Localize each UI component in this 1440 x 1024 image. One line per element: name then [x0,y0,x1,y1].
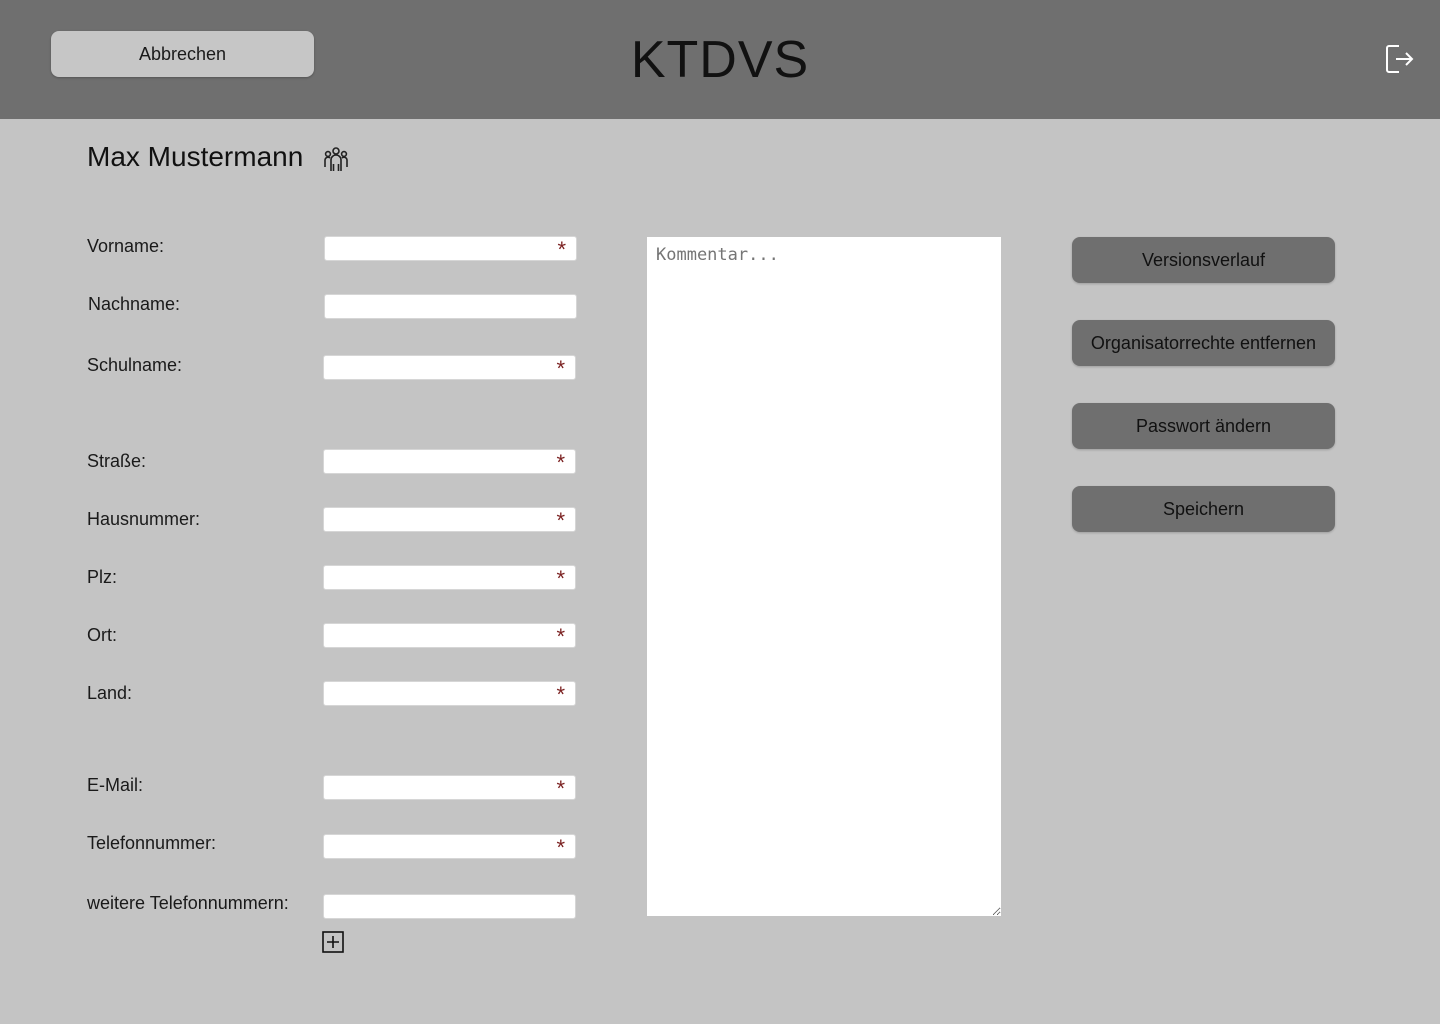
save-button[interactable]: Speichern [1072,486,1335,532]
email-input[interactable]: * [323,775,576,801]
label-plz: Plz: [87,567,118,587]
label-vorname: Vorname: [87,236,165,256]
required-marker: * [556,682,565,707]
required-marker: * [556,624,565,649]
label-weitere-telefonnummern: weitere Telefonnummern: [87,893,289,913]
weitere-telefonnummern-input[interactable] [323,894,576,919]
version-history-button[interactable]: Versionsverlauf [1072,237,1335,283]
comment-textarea[interactable] [647,237,1001,916]
telefonnummer-input[interactable]: * [323,834,576,860]
hausnummer-input[interactable]: * [323,507,576,533]
label-ort: Ort: [87,625,117,645]
schulname-input[interactable]: * [323,355,576,381]
plz-input[interactable]: * [323,565,576,591]
label-land: Land: [87,683,133,703]
strasse-input[interactable]: * [323,449,576,475]
top-bar: Abbrechen KTDVS [0,0,1440,119]
label-strasse: Straße: [87,451,147,471]
land-input[interactable]: * [323,681,576,707]
label-hausnummer: Hausnummer: [87,509,201,529]
required-marker: * [556,835,565,860]
plus-square-icon[interactable] [322,931,344,953]
logout-icon[interactable] [1385,43,1415,75]
label-email: E-Mail: [87,775,144,795]
vorname-input[interactable]: * [324,236,577,262]
remove-organizer-rights-button[interactable]: Organisatorrechte entfernen [1072,320,1335,366]
required-marker: * [556,776,565,801]
user-name: Max Mustermann [87,141,304,172]
nachname-input[interactable] [324,294,577,319]
required-marker: * [557,237,566,262]
required-marker: * [556,356,565,381]
label-telefonnummer: Telefonnummer: [87,833,217,853]
required-marker: * [556,450,565,475]
app-title: KTDVS [630,31,810,89]
change-password-button[interactable]: Passwort ändern [1072,403,1335,449]
ort-input[interactable]: * [323,623,576,649]
label-schulname: Schulname: [87,355,183,375]
required-marker: * [556,508,565,533]
required-marker: * [556,566,565,591]
label-nachname: Nachname: [88,294,181,314]
group-icon[interactable] [322,145,350,173]
